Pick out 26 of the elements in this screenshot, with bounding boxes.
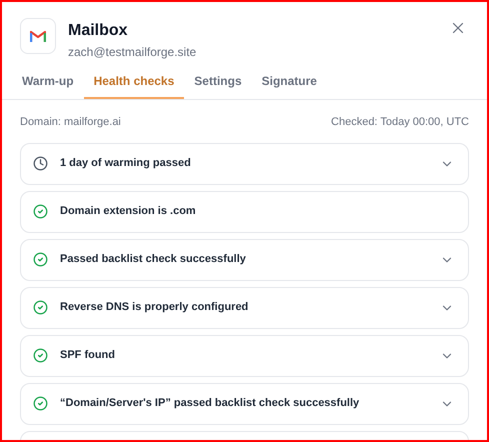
tab[interactable]: Warm-up [12, 70, 84, 99]
check-circle-icon [33, 204, 48, 219]
mailbox-title: Mailbox [68, 21, 129, 41]
health-check-row[interactable]: Passed backlist check successfully [20, 238, 469, 280]
clock-icon [33, 156, 48, 171]
tab[interactable]: Signature [252, 70, 327, 99]
health-check-row[interactable]: Reverse DNS is properly configured [20, 286, 469, 328]
check-label: Domain extension is .com [60, 204, 196, 220]
health-check-row[interactable]: 1 day of warming passed [20, 142, 469, 184]
check-label: Passed backlist check successfully [60, 252, 246, 268]
mailbox-email: zach@testmailforge.site [68, 44, 196, 60]
check-circle-icon [33, 300, 48, 315]
health-check-row[interactable]: “Domain/Server's IP” passed backlist check successfully [20, 382, 469, 424]
check-circle-icon [33, 396, 48, 411]
checked-time: Checked: Today 00:00, UTC [331, 115, 469, 130]
check-circle-icon [33, 348, 48, 363]
check-label: Reverse DNS is properly configured [60, 300, 248, 316]
check-circle-icon [33, 252, 48, 267]
check-label: “Domain/Server's IP” passed backlist check successfully [60, 396, 360, 412]
health-check-row[interactable]: SPF found [20, 334, 469, 376]
domain-label: Domain: mailforge.ai [20, 115, 121, 130]
check-label: 1 day of warming passed [60, 156, 191, 172]
check-label: SPF found [60, 348, 115, 364]
tab[interactable]: Settings [184, 70, 252, 99]
tab[interactable]: Health checks [84, 70, 184, 99]
m-logo-icon [30, 30, 46, 42]
